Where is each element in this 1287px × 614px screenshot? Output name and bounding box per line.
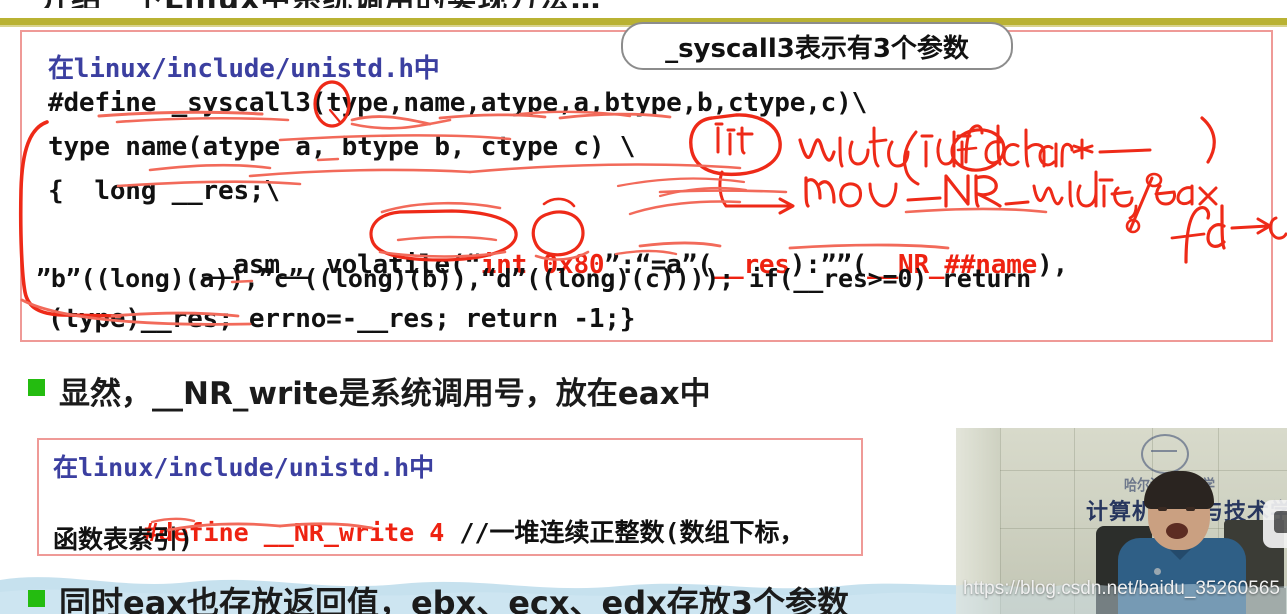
code-box-nr-write: 在linux/include/unistd.h中 #define __NR_wr…: [37, 438, 863, 556]
code-line-comment-2: 函数表索引): [53, 525, 194, 554]
lecturer-video-overlay[interactable]: 哈尔滨工业大学 计算机科学与技术学院 https://blog.csdn.net…: [956, 428, 1287, 614]
bullet-1-text: 显然，__NR_write是系统调用号，放在eax中: [59, 376, 711, 412]
lecturer-mouth: [1166, 523, 1188, 539]
asm-seg-6: ),: [1037, 250, 1069, 280]
bullet-nr-write: 显然，__NR_write是系统调用号，放在eax中: [28, 368, 711, 413]
callout-syscall3: _syscall3表示有3个参数: [621, 22, 1013, 70]
code-box-1-header: 在linux/include/unistd.h中: [48, 54, 440, 84]
nr-write-comment: //一堆连续正整数(数组下标，: [444, 518, 805, 547]
code-line-constraints: ”b”((long)(a)),”c”((long)(b)),“d”((long)…: [36, 264, 1032, 293]
code-line-res-decl: { long __res;\: [48, 176, 280, 206]
app-badge-icon[interactable]: [1263, 500, 1287, 548]
wall-tile-line: [956, 470, 1287, 471]
code-box-syscall3: 在linux/include/unistd.h中 #define _syscal…: [20, 30, 1273, 342]
bullet-eax-registers: 同时eax也存放返回值，ebx、ecx、edx存放3个参数: [28, 578, 849, 614]
code-box-2-header: 在linux/include/unistd.h中: [53, 453, 435, 482]
university-emblem-icon: [1141, 434, 1189, 474]
csdn-watermark: https://blog.csdn.net/baidu_35260565: [963, 578, 1280, 599]
code-line-signature: type name(atype a, btype b, ctype c) \: [48, 132, 636, 162]
code-line-return: (type)__res; errno=-__res; return -1;}: [48, 304, 636, 334]
presentation-slide: 介绍一下Linux中系统调用的实现方法… 在linux/include/unis…: [0, 0, 1287, 614]
callout-text: _syscall3表示有3个参数: [665, 33, 969, 64]
lecturer-hair: [1144, 471, 1214, 509]
code-line-define: #define _syscall3(type,name,atype,a,btyp…: [48, 88, 868, 118]
lecturer-eye: [1158, 507, 1167, 511]
slide-title: 介绍一下Linux中系统调用的实现方法…: [40, 0, 1040, 8]
square-bullet-icon: [28, 379, 45, 396]
bullet-2-text: 同时eax也存放返回值，ebx、ecx、edx存放3个参数: [59, 584, 850, 614]
square-bullet-icon-2: [28, 589, 45, 607]
lecturer-eye: [1186, 507, 1195, 511]
